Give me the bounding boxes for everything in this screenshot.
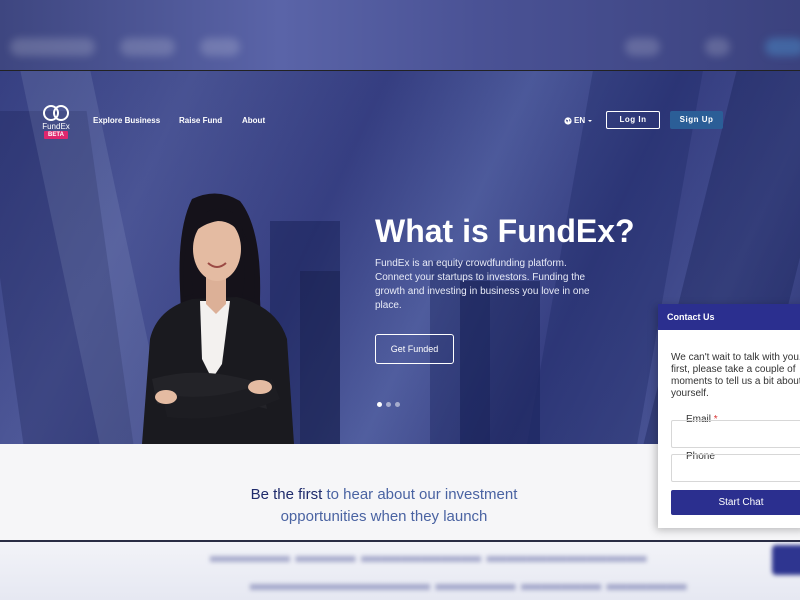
- tagline-rest: to hear about our investment: [326, 486, 518, 503]
- rings-logo-icon: [43, 105, 69, 121]
- get-funded-button[interactable]: Get Funded: [375, 334, 454, 364]
- ghost-tagline: ▬▬▬▬ ▬▬▬ ▬▬▬▬▬▬ ▬▬▬▬▬▬▬▬ ▬▬▬▬▬▬▬▬▬ ▬▬▬▬ …: [210, 545, 687, 595]
- logo-name: FundEx: [42, 122, 70, 131]
- carousel-dots: [377, 402, 400, 407]
- language-selector[interactable]: EN: [564, 116, 593, 125]
- carousel-dot-2[interactable]: [386, 402, 391, 407]
- top-navigation: FundEx BETA Explore Business Raise Fund …: [0, 71, 800, 171]
- phone-field[interactable]: [671, 454, 800, 482]
- signup-button[interactable]: Sign Up: [670, 111, 723, 129]
- blurred-background-bottom: ▬▬▬▬ ▬▬▬ ▬▬▬▬▬▬ ▬▬▬▬▬▬▬▬ ▬▬▬▬▬▬▬▬▬ ▬▬▬▬ …: [0, 540, 800, 600]
- businesswoman-image: [142, 193, 294, 444]
- contact-widget: Contact Us We can't wait to talk with yo…: [658, 304, 800, 528]
- hero-description: FundEx is an equity crowdfunding platfor…: [375, 258, 590, 311]
- beta-badge: BETA: [44, 131, 68, 139]
- contact-header: Contact Us: [658, 304, 800, 330]
- fundex-logo[interactable]: FundEx BETA: [40, 104, 72, 140]
- language-label: EN: [574, 116, 586, 125]
- carousel-dot-1[interactable]: [377, 402, 382, 407]
- tagline-line2: opportunities when they launch: [280, 508, 488, 525]
- nav-raise-fund[interactable]: Raise Fund: [179, 116, 222, 125]
- tagline: Be the first to hear about our investmen…: [0, 484, 768, 528]
- caret-down-icon: [588, 119, 593, 122]
- globe-icon: [564, 116, 572, 125]
- nav-explore-business[interactable]: Explore Business: [93, 116, 160, 125]
- email-field[interactable]: [671, 420, 800, 448]
- start-chat-button[interactable]: Start Chat: [671, 490, 800, 515]
- blurred-background-top: [0, 0, 800, 70]
- blurred-chat-button: [772, 545, 800, 575]
- carousel-dot-3[interactable]: [395, 402, 400, 407]
- tagline-strong: Be the first: [250, 486, 323, 503]
- login-button[interactable]: Log In: [606, 111, 660, 129]
- hero-title: What is FundEx?: [375, 213, 635, 249]
- contact-message: We can't wait to talk with you. first, p…: [671, 352, 800, 399]
- nav-about[interactable]: About: [242, 116, 265, 125]
